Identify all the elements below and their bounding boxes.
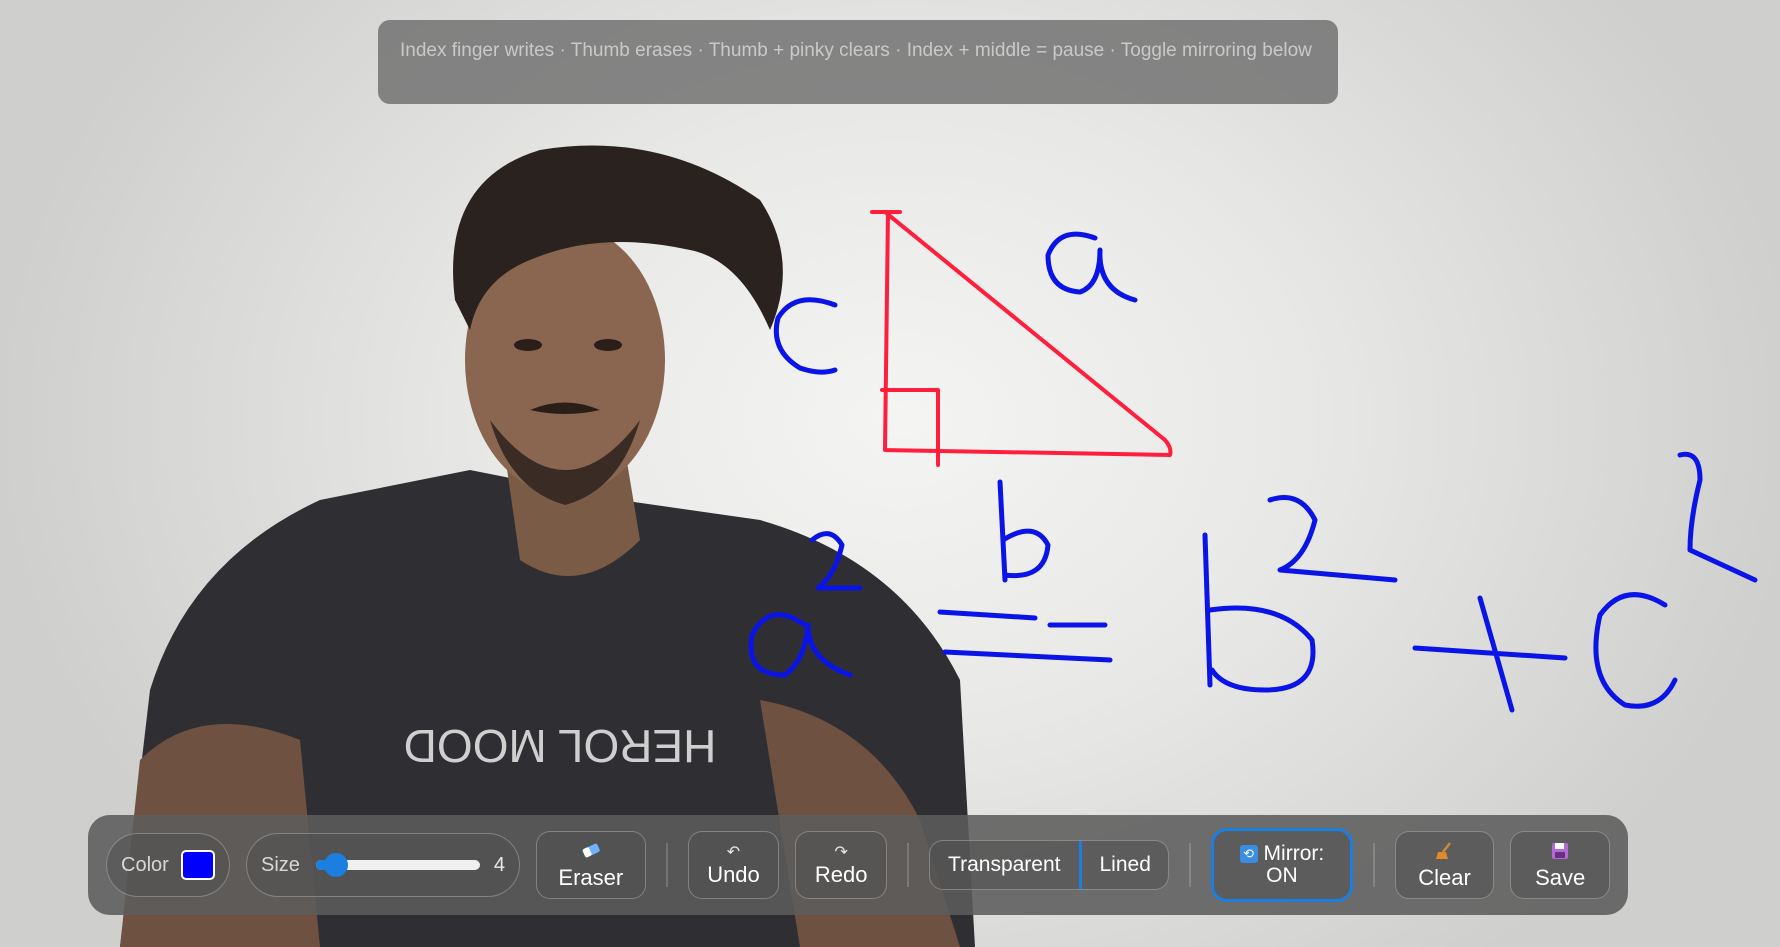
redo-label: Redo: [814, 862, 868, 887]
floppy-disk-icon: [1551, 842, 1569, 865]
undo-icon: ↶: [726, 844, 741, 861]
redo-icon: ↷: [834, 844, 848, 861]
eraser-icon: [580, 842, 602, 865]
gesture-hint-banner: Index finger writes · Thumb erases · Thu…: [378, 20, 1338, 104]
mirror-toggle-button[interactable]: ⟲ Mirror: ON: [1211, 828, 1353, 902]
ink-c-squared: [1593, 451, 1758, 709]
undo-button[interactable]: ↶ Undo: [687, 831, 780, 899]
drawing-canvas[interactable]: [0, 0, 1780, 947]
background-option-transparent[interactable]: Transparent: [930, 841, 1082, 889]
clear-button[interactable]: Clear: [1394, 831, 1495, 899]
mirror-icon: ⟲: [1239, 845, 1258, 863]
eraser-button[interactable]: Eraser: [536, 831, 646, 899]
gesture-hint-text: Index finger writes · Thumb erases · Thu…: [400, 40, 1312, 61]
save-button[interactable]: Save: [1510, 831, 1610, 899]
size-value: 4: [493, 853, 505, 876]
color-swatch[interactable]: [180, 850, 215, 880]
background-option-lined[interactable]: Lined: [1082, 841, 1169, 889]
size-control: Size 4: [246, 833, 520, 897]
undo-label: Undo: [707, 862, 760, 887]
toolbar-divider: [1372, 843, 1375, 887]
ink-letter-c: [773, 297, 838, 375]
mirror-label: Mirror:: [1263, 842, 1325, 865]
color-label: Color: [121, 853, 169, 876]
redo-button[interactable]: ↷ Redo: [795, 831, 888, 899]
ink-plus: [1412, 595, 1568, 713]
drawing-toolbar: Color Size 4 Eraser ↶ Undo ↷ Redo Transp…: [88, 815, 1628, 915]
color-picker[interactable]: Color: [106, 833, 230, 897]
ink-letter-b: [997, 479, 1051, 583]
toolbar-divider: [1189, 843, 1192, 887]
toolbar-divider: [665, 843, 668, 887]
background-selector: Transparent Lined: [929, 840, 1170, 890]
ink-a-squared: [748, 531, 863, 678]
size-label: Size: [261, 853, 300, 876]
size-slider-thumb[interactable]: [323, 853, 348, 877]
broom-icon: [1434, 841, 1454, 865]
size-slider[interactable]: [315, 853, 480, 877]
eraser-label: Eraser: [558, 864, 624, 890]
mirror-state: ON: [1266, 864, 1298, 887]
clear-label: Clear: [1418, 864, 1471, 890]
ink-triangle: [870, 210, 1173, 457]
save-label: Save: [1535, 864, 1586, 890]
camera-feed: HEROL MOOD: [0, 0, 1780, 947]
ink-letter-a-top: [1045, 231, 1138, 303]
ink-b-squared: [1202, 495, 1398, 693]
ink-equals: [937, 609, 1113, 663]
ink-right-angle: [880, 388, 940, 467]
toolbar-divider: [907, 843, 910, 887]
